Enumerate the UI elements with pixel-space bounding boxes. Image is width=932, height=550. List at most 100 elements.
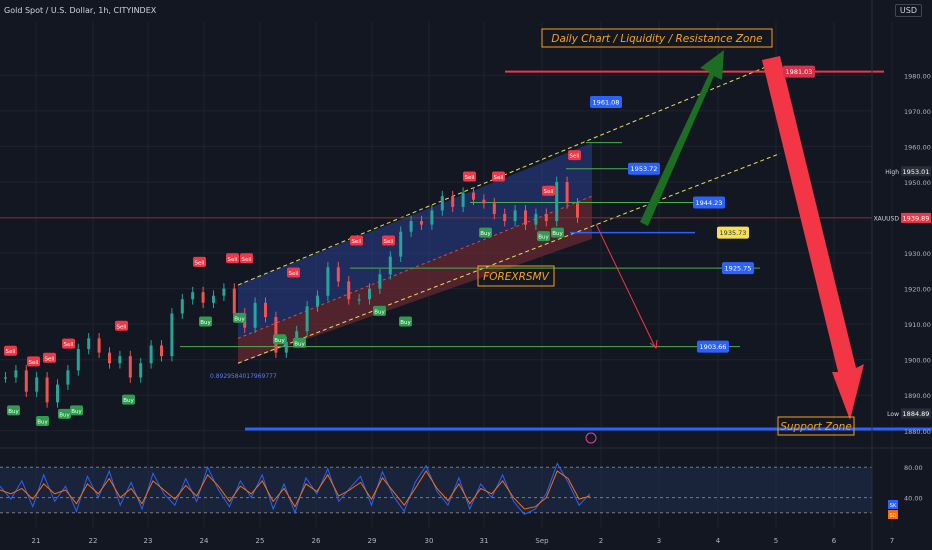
- buy-signal-label: Buy: [480, 231, 491, 237]
- candle-body: [108, 352, 111, 364]
- candle-body: [357, 299, 361, 301]
- candle-body: [264, 302, 267, 318]
- x-tick-label: 22: [89, 537, 98, 545]
- candle-body: [24, 370, 28, 392]
- buy-signal-label: Buy: [538, 235, 549, 241]
- sell-signal-label: Sell: [64, 342, 74, 348]
- candle-body: [170, 313, 174, 357]
- candle-body: [503, 213, 507, 222]
- price-chart[interactable]: Sell Sell Sell Sell Sell Sell Sell Sell Sell Sell…: [0, 0, 932, 550]
- y-tick-label: 1880.00: [904, 428, 931, 436]
- candle-body: [513, 210, 517, 222]
- y-tick-label: 1920.00: [904, 286, 931, 294]
- candle-body: [87, 338, 91, 350]
- y-tick-label: 1970.00: [904, 108, 931, 116]
- price-label-text: 1935.73: [720, 229, 747, 237]
- sell-signal-label: Sell: [45, 356, 55, 362]
- x-tick-label: 5: [774, 537, 778, 545]
- oscillator-level-label: 80.00: [904, 464, 923, 472]
- candle-body: [430, 210, 434, 225]
- resistance-zone-label: Daily Chart / Liquidity / Resistance Zon…: [551, 33, 762, 45]
- price-label-text: 1953.72: [631, 165, 658, 173]
- buy-signal-label: Buy: [8, 409, 19, 415]
- candle-body: [534, 213, 538, 225]
- x-tick-label: 24: [200, 537, 209, 545]
- y-tick-label: 1950.00: [904, 179, 931, 187]
- y-tick-label: 1960.00: [904, 143, 931, 151]
- watermark-label: FOREXRSMV: [483, 271, 549, 283]
- buy-signal-label: Buy: [274, 338, 285, 344]
- candle-body: [409, 221, 413, 232]
- candle-body: [399, 231, 403, 257]
- candle-body: [201, 292, 205, 303]
- sell-signal-label: Sell: [544, 189, 554, 195]
- buy-signal-label: Buy: [71, 409, 82, 415]
- oscillator-level-label: 40.00: [904, 495, 923, 503]
- candle-body: [14, 370, 18, 378]
- candle-body: [212, 295, 215, 303]
- fib-level-label: 0.8929584017969777: [210, 373, 277, 380]
- candle-body: [472, 192, 475, 200]
- axis-badge-value: 1939.89: [903, 214, 930, 222]
- x-tick-label: 3: [657, 537, 661, 545]
- x-tick-label: Sep: [535, 537, 549, 545]
- sell-signal-label: Sell: [289, 271, 299, 277]
- candle-body: [76, 349, 80, 371]
- stoch-k-label: SK: [890, 503, 897, 509]
- buy-signal-label: Buy: [400, 320, 411, 326]
- price-label-text: 1903.66: [700, 343, 727, 351]
- price-label-text: 1961.08: [593, 99, 620, 107]
- x-tick-label: 29: [368, 537, 377, 545]
- candle-body: [160, 345, 163, 357]
- y-tick-label: 1890.00: [904, 392, 931, 400]
- x-tick-label: 6: [832, 537, 837, 545]
- candle-body: [326, 267, 330, 296]
- candle-body: [524, 210, 527, 225]
- candle-body: [461, 192, 465, 207]
- candle-body: [378, 274, 382, 289]
- candle-body: [492, 203, 496, 214]
- axis-badge-label: Low: [887, 411, 899, 418]
- buy-signal-label: Buy: [294, 341, 305, 347]
- candle-body: [191, 292, 195, 300]
- y-tick-label: 1980.00: [904, 72, 931, 80]
- symbol-title[interactable]: Gold Spot / U.S. Dollar, 1h, CITYINDEX: [4, 6, 156, 15]
- sell-signal-label: Sell: [384, 239, 394, 245]
- candle-body: [253, 302, 257, 328]
- candle-body: [97, 338, 101, 353]
- x-tick-label: 25: [256, 537, 265, 545]
- sell-signal-label: Sell: [195, 260, 205, 266]
- x-tick-label: 7: [890, 537, 894, 545]
- stoch-d-label: SD: [889, 513, 896, 519]
- candle-body: [139, 363, 143, 378]
- axis-badge-value: 1953.01: [903, 168, 930, 176]
- x-tick-label: 23: [144, 537, 153, 545]
- buy-signal-label: Buy: [123, 398, 134, 404]
- x-tick-label: 4: [716, 537, 721, 545]
- sell-signal-label: Sell: [117, 324, 127, 330]
- candle-body: [4, 377, 7, 379]
- x-tick-label: 2: [599, 537, 603, 545]
- buy-signal-label: Buy: [552, 231, 563, 237]
- axis-badge-value: 1884.89: [903, 410, 930, 418]
- candle-body: [576, 203, 579, 218]
- buy-signal-label: Buy: [59, 412, 70, 418]
- candle-body: [347, 281, 351, 300]
- currency-button[interactable]: USD: [894, 4, 922, 17]
- y-tick-label: 1910.00: [904, 321, 931, 329]
- sell-signal-label: Sell: [352, 239, 362, 245]
- candle-body: [66, 370, 70, 385]
- candle-body: [336, 267, 340, 282]
- candle-body: [451, 196, 455, 207]
- sell-signal-label: Sell: [6, 349, 16, 355]
- candle-body: [305, 306, 309, 332]
- buy-signal-label: Buy: [374, 309, 385, 315]
- candle-body: [45, 377, 49, 403]
- sell-signal-label: Sell: [228, 257, 238, 263]
- candle-body: [56, 384, 59, 403]
- candle-body: [180, 299, 184, 314]
- candle-body: [128, 356, 132, 378]
- sell-signal-label: Sell: [465, 175, 475, 181]
- candle-body: [388, 256, 392, 275]
- candle-body: [118, 356, 122, 364]
